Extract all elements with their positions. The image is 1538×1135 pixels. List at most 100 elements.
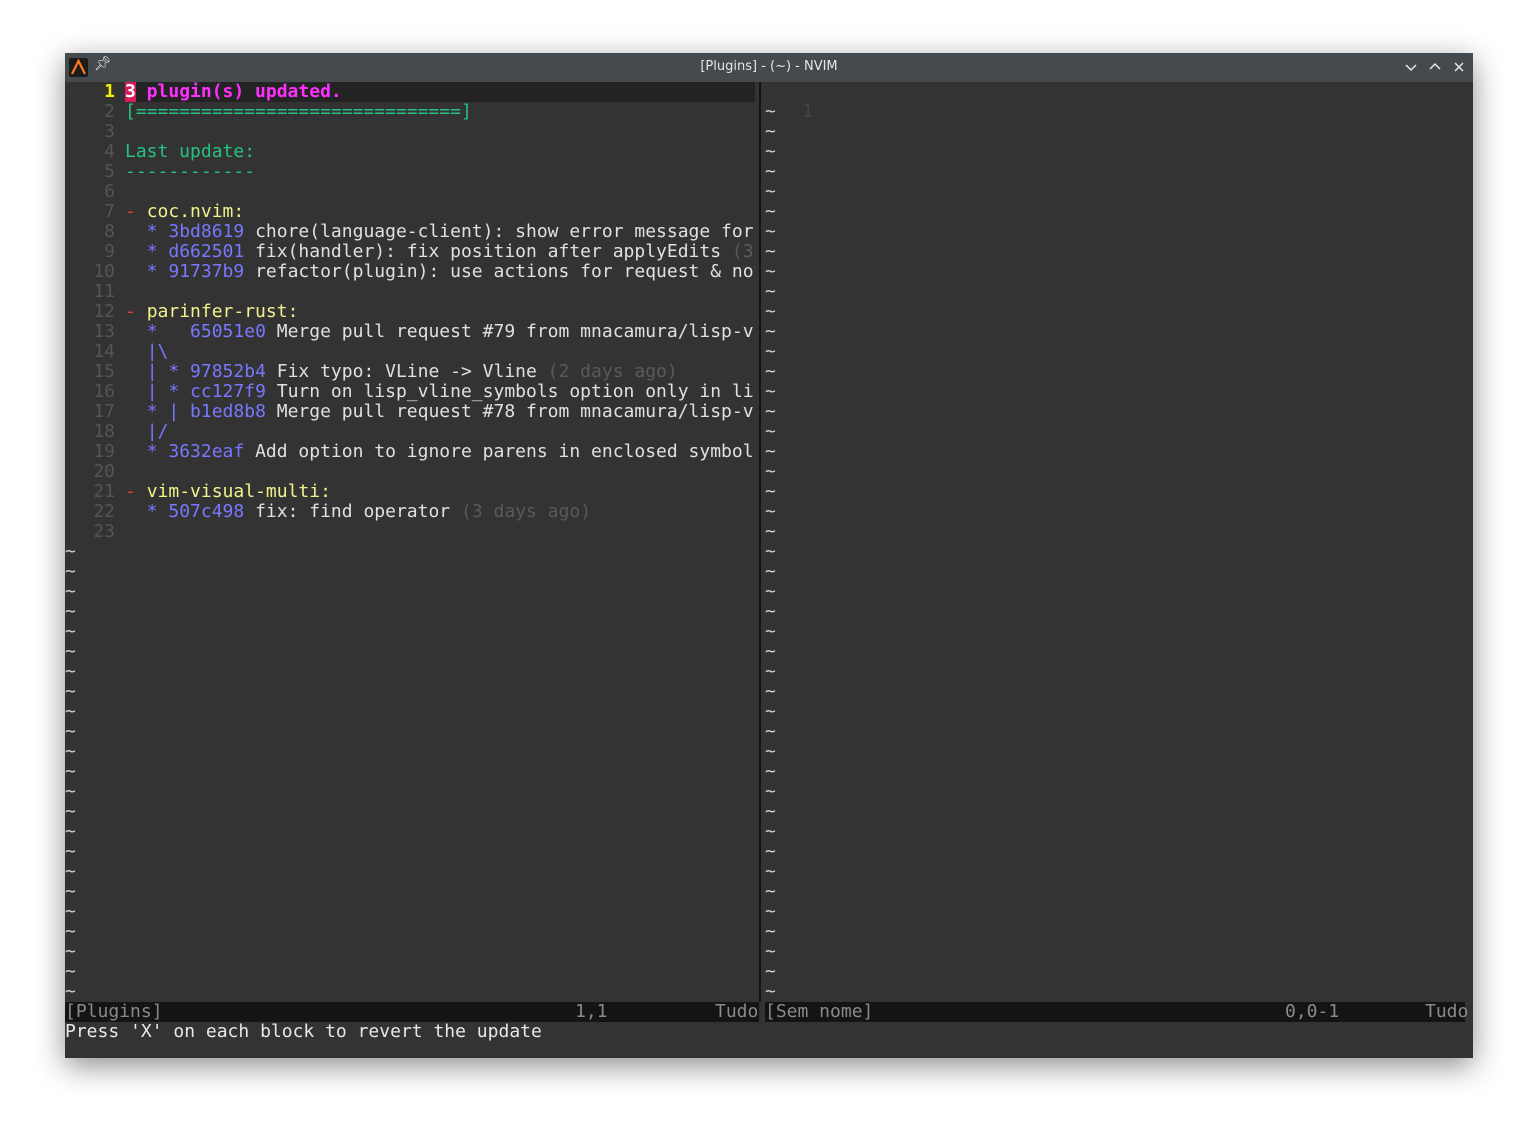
commit-graph: | *	[146, 381, 191, 402]
empty-line-marker: ~	[65, 601, 76, 622]
line-number: 13	[93, 321, 115, 342]
line-text: * 507c498 fix: find operator (3 days ago…	[125, 502, 591, 522]
line-text: |\	[125, 341, 169, 362]
empty-line-marker: ~	[65, 941, 76, 962]
empty-line-marker: ~	[765, 621, 776, 642]
close-icon[interactable]	[1450, 58, 1468, 76]
empty-line-marker: ~	[765, 201, 776, 222]
commit-hash: 3bd8619	[168, 221, 245, 242]
empty-line-marker: ~	[765, 761, 776, 782]
line-number: 3	[104, 121, 115, 142]
commit-hash: 65051e0	[190, 321, 266, 342]
empty-line-marker: ~	[765, 521, 776, 542]
buffer-line[interactable]: 7- coc.nvim:	[65, 202, 755, 222]
plugins-pane[interactable]: 13 plugin(s) updated. 2 [=================…	[65, 82, 755, 1002]
empty-line-marker: ~	[65, 921, 76, 942]
empty-line-marker: ~	[765, 941, 776, 962]
empty-line-marker: ~	[65, 721, 76, 742]
buffer-name: [Plugins]	[65, 1001, 163, 1022]
buffer-line[interactable]: 11	[65, 282, 755, 302]
buffer-line[interactable]: 19 * 3632eaf Add option to ignore parens…	[65, 442, 755, 462]
buffer-line[interactable]: 15 | * 97852b4 Fix typo: VLine -> Vline …	[65, 362, 755, 382]
commit-message: Fix typo: VLine -> Vline	[265, 361, 548, 382]
buffer-line[interactable]: 6	[65, 182, 755, 202]
empty-line-marker: ~	[765, 361, 776, 382]
empty-line-marker: ~	[765, 541, 776, 562]
maximize-icon[interactable]	[1426, 58, 1444, 76]
line-text: * 3632eaf Add option to ignore parens in…	[125, 442, 755, 462]
buffer-line[interactable]: 5 ------------	[65, 162, 755, 182]
command-line[interactable]: Press 'X' on each block to revert the up…	[65, 1022, 542, 1042]
line-text: * | b1ed8b8 Merge pull request #78 from …	[125, 402, 755, 422]
buffer-line[interactable]: 14 |\	[65, 342, 755, 362]
buffer-line[interactable]: 17 * | b1ed8b8 Merge pull request #78 fr…	[65, 402, 755, 422]
buffer-line: 1	[765, 82, 1473, 122]
buffer-line[interactable]: 9 * d662501 fix(handler): fix position a…	[65, 242, 755, 262]
plugin-bullet: -	[125, 201, 136, 222]
commit-hash: cc127f9	[190, 381, 266, 402]
minimize-icon[interactable]	[1402, 58, 1420, 76]
empty-line-marker: ~	[765, 281, 776, 302]
buffer-line[interactable]: 23	[65, 522, 755, 542]
empty-line-marker: ~	[765, 101, 776, 122]
empty-line-marker: ~	[65, 901, 76, 922]
empty-line-marker: ~	[765, 821, 776, 842]
empty-line-marker: ~	[765, 501, 776, 522]
commit-message: refactor(plugin): use actions for reques…	[244, 261, 755, 282]
empty-line-marker: ~	[765, 121, 776, 142]
line-number: 10	[93, 261, 115, 282]
empty-line-marker: ~	[765, 841, 776, 862]
buffer-line[interactable]: 18 |/	[65, 422, 755, 442]
line-text: | * 97852b4 Fix typo: VLine -> Vline (2 …	[125, 362, 678, 382]
buffer-line[interactable]: 3	[65, 122, 755, 142]
commit-hash: d662501	[168, 241, 245, 262]
commit-message: chore(language-client): show error messa…	[244, 221, 755, 242]
line-number: 7	[104, 201, 115, 222]
empty-buffer-pane[interactable]: 1 ~ ~ ~ ~ ~ ~ ~ ~ ~ ~ ~ ~ ~ ~ ~ ~ ~ ~ ~ ~ ~ ~ ~ ~ ~ ~ ~ ~ ~ ~ ~ ~ ~ ~ ~ ~ ~ ~…	[765, 82, 1473, 1002]
commit-graph: |\	[146, 341, 169, 362]
line-text: Last update:	[125, 142, 255, 162]
buffer-line[interactable]: 13 plugin(s) updated.	[65, 82, 755, 102]
buffer-line[interactable]: 13 * 65051e0 Merge pull request #79 from…	[65, 322, 755, 342]
line-text: ------------	[125, 162, 255, 182]
commit-age: (3 days ago)	[460, 501, 592, 522]
empty-line-marker: ~	[765, 961, 776, 982]
buffer-line[interactable]: 10 * 91737b9 refactor(plugin): use actio…	[65, 262, 755, 282]
buffer-line[interactable]: 21- vim-visual-multi:	[65, 482, 755, 502]
line-number: 17	[93, 401, 115, 422]
buffer-line[interactable]: 16 | * cc127f9 Turn on lisp_vline_symbol…	[65, 382, 755, 402]
buffer-line[interactable]: 22 * 507c498 fix: find operator (3 days …	[65, 502, 755, 522]
empty-line-marker: ~	[765, 441, 776, 462]
commit-hash: 507c498	[168, 501, 245, 522]
empty-line-marker: ~	[765, 741, 776, 762]
empty-line-marker: ~	[765, 401, 776, 422]
line-text: | * cc127f9 Turn on lisp_vline_symbols o…	[125, 382, 755, 402]
buffer-line[interactable]: 12- parinfer-rust:	[65, 302, 755, 322]
empty-line-marker: ~	[65, 961, 76, 982]
empty-line-marker: ~	[65, 741, 76, 762]
section-heading: Last update:	[125, 141, 256, 162]
empty-line-marker: ~	[65, 881, 76, 902]
buffer-line[interactable]: 2 [==============================]	[65, 102, 755, 122]
empty-line-marker: ~	[765, 781, 776, 802]
buffer-line[interactable]: 8 * 3bd8619 chore(language-client): show…	[65, 222, 755, 242]
empty-line-marker: ~	[65, 761, 76, 782]
buffer-line[interactable]: 20	[65, 462, 755, 482]
vertical-split-separator[interactable]	[759, 82, 761, 1002]
line-text: * 3bd8619 chore(language-client): show e…	[125, 222, 755, 242]
plugin-bullet: -	[125, 301, 136, 322]
heading-underline: ------------	[125, 161, 256, 182]
empty-line-marker: ~	[765, 881, 776, 902]
commit-age: (2 days ago)	[547, 361, 678, 382]
commit-graph: *	[146, 261, 169, 282]
buffer-line[interactable]: 4 Last update:	[65, 142, 755, 162]
line-number: 23	[93, 521, 115, 542]
line-text: - vim-visual-multi:	[125, 482, 331, 502]
